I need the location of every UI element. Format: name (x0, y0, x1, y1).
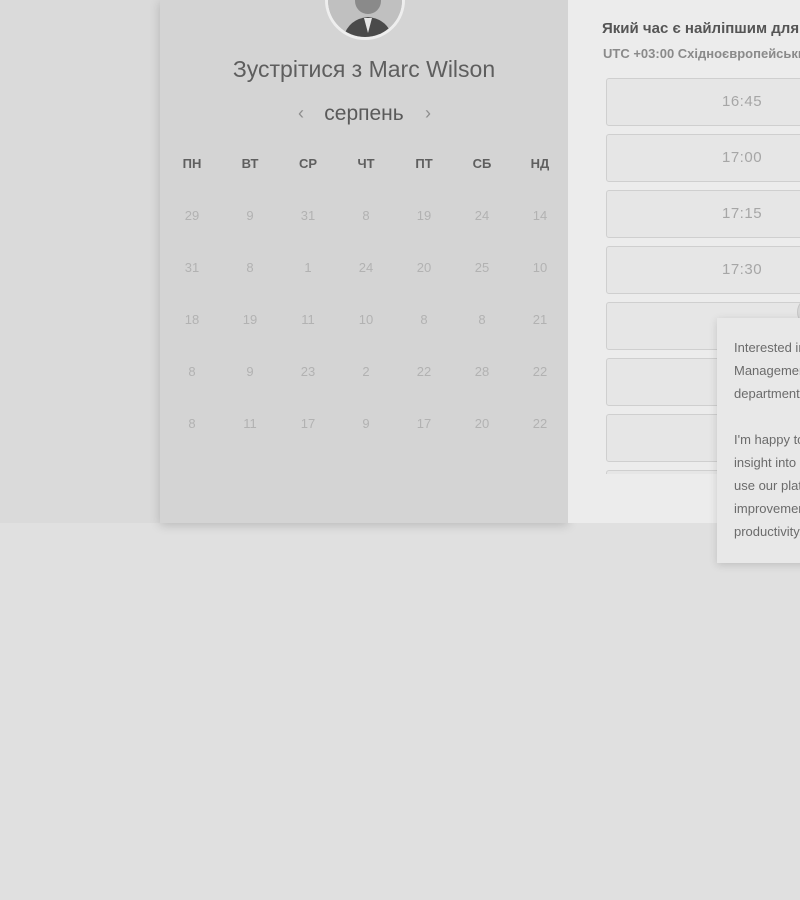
time-question: Який час є найліпшим для вас? (602, 20, 800, 37)
calendar-day: 20 (474, 416, 490, 431)
chat-popup-line: use our platform (734, 478, 800, 493)
chat-popup-line: Interested in our (734, 340, 800, 355)
time-slot-label: 17:00 (722, 149, 763, 166)
calendar-day: 19 (242, 312, 258, 327)
chat-popup-line: insight into how (734, 455, 800, 470)
calendar-panel: Зустрітися з Marc Wilson серпень ‹ › ПН В… (160, 0, 568, 523)
chat-popup-line: improvement and (734, 501, 800, 516)
calendar-day: 11 (243, 416, 257, 431)
calendar-day: 22 (532, 364, 548, 379)
calendar-day: 22 (532, 416, 548, 431)
calendar-day: 10 (532, 260, 548, 275)
chat-popup-line: productivity. (734, 524, 800, 539)
calendar-day: 9 (362, 416, 370, 431)
chat-popup: Interested in our Management department? I'… (717, 318, 800, 563)
host-title: Зустрітися з Marc Wilson (232, 56, 496, 82)
calendar-day: 17 (416, 416, 432, 431)
calendar-day: 9 (246, 208, 254, 223)
chat-popup-line: Management (734, 363, 800, 378)
calendar-day: 19 (416, 208, 432, 223)
calendar-day: 8 (188, 364, 196, 379)
time-slot-button[interactable]: 17:30 (606, 246, 800, 294)
calendar-day: 11 (301, 312, 315, 327)
calendar-day: 8 (362, 208, 370, 223)
time-slot-label: 17:15 (722, 205, 763, 222)
weekday-header: ЧТ (357, 156, 375, 171)
calendar-day: 25 (474, 260, 490, 275)
chevron-left-icon[interactable]: ‹ (290, 100, 312, 128)
calendar-day: 29 (184, 208, 200, 223)
calendar-day: 21 (532, 312, 548, 327)
calendar-day: 8 (420, 312, 428, 327)
calendar-day: 9 (246, 364, 254, 379)
calendar-day: 8 (188, 416, 196, 431)
timezone-label[interactable]: UTC +03:00 Східноєвропейський час (603, 46, 800, 61)
calendar-day: 20 (416, 260, 432, 275)
weekday-header: НД (530, 156, 550, 171)
chat-popup-line: department? (734, 386, 800, 401)
calendar-day: 24 (358, 260, 374, 275)
month-label: серпень (324, 102, 404, 125)
calendar-day: 8 (246, 260, 254, 275)
time-slot-label: 16:45 (722, 93, 763, 110)
time-slot-button[interactable]: 16:45 (606, 78, 800, 126)
weekday-header: СР (298, 156, 318, 171)
weekday-header: ПТ (415, 156, 433, 171)
calendar-day: 1 (304, 260, 312, 275)
time-slot-button[interactable]: 17:15 (606, 190, 800, 238)
calendar-day: 10 (358, 312, 374, 327)
calendar-day: 23 (300, 364, 316, 379)
calendar-day: 31 (184, 260, 200, 275)
calendar-day: 31 (300, 208, 316, 223)
calendar-day: 17 (300, 416, 316, 431)
time-slot-label: 17:30 (722, 261, 763, 278)
chevron-right-icon[interactable]: › (417, 100, 439, 128)
weekday-header: ВТ (241, 156, 259, 171)
chat-popup-line: I'm happy to give (734, 432, 800, 447)
calendar-day: 8 (478, 312, 486, 327)
calendar-day: 24 (474, 208, 490, 223)
calendar-day: 22 (416, 364, 432, 379)
calendar-day: 2 (362, 364, 370, 379)
calendar-day: 18 (184, 312, 200, 327)
calendar-day: 14 (532, 208, 548, 223)
person-avatar-icon (328, 0, 402, 37)
calendar-day: 28 (474, 364, 490, 379)
weekday-header: СБ (472, 156, 492, 171)
month-navigation: серпень ‹ › (160, 100, 568, 128)
weekday-header: ПН (182, 156, 202, 171)
host-avatar (325, 0, 405, 40)
time-slot-button[interactable]: 17:00 (606, 134, 800, 182)
